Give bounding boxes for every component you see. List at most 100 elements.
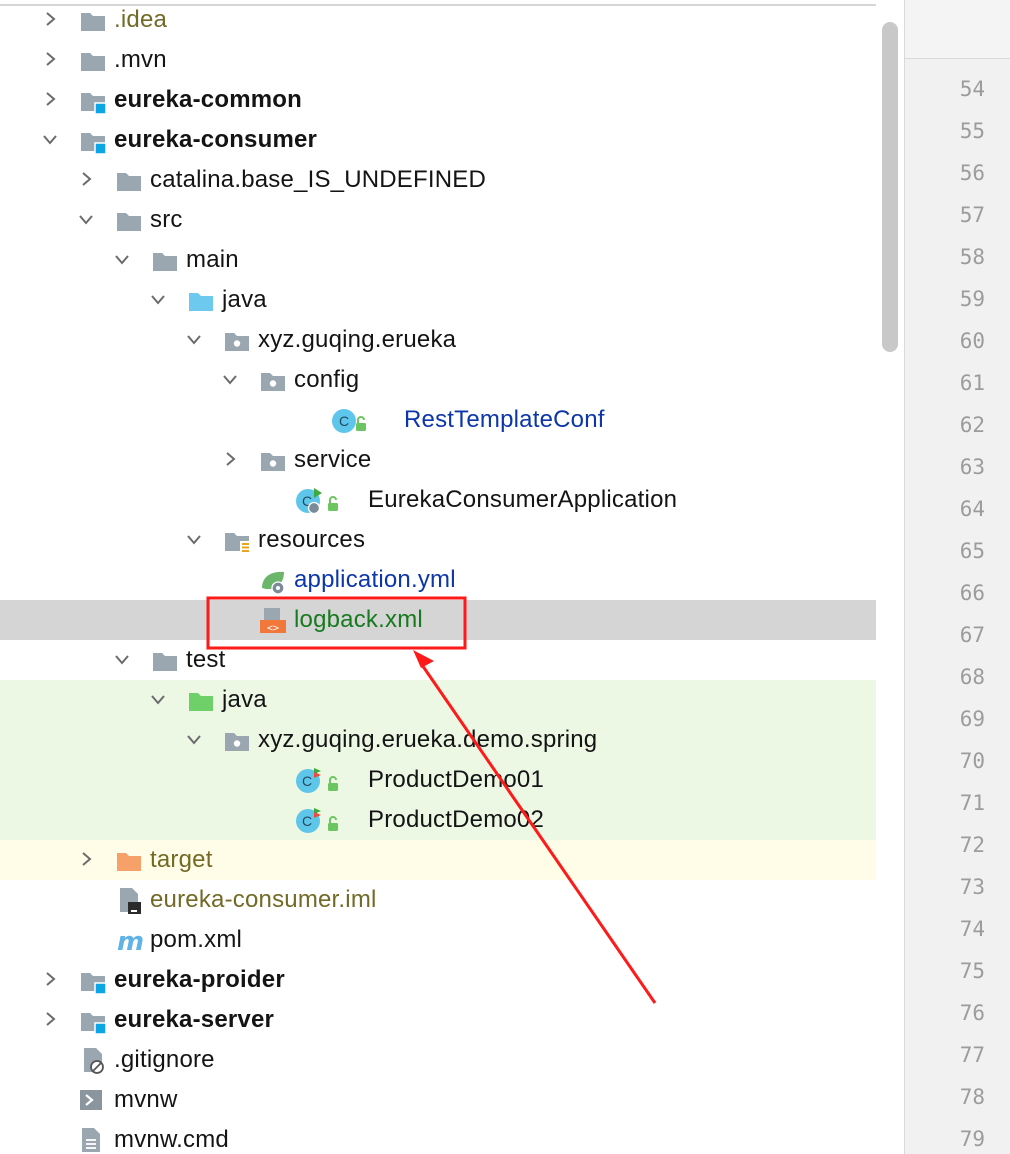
folder-icon: [153, 653, 177, 671]
tree-row[interactable]: m pom.xml: [0, 920, 876, 960]
tree-row-label: java: [222, 286, 267, 313]
tree-row-label: EurekaConsumerApplication: [368, 486, 678, 513]
tree-row-label: eureka-proider: [114, 966, 285, 993]
tree-row-label: mvnw: [114, 1086, 178, 1113]
package-icon: [225, 333, 249, 351]
tree-row-label: xyz.guqing.erueka.demo.spring: [258, 726, 598, 753]
source-root-folder-icon: [189, 293, 213, 311]
tree-row[interactable]: test: [0, 640, 876, 680]
tree-row-label: main: [186, 246, 239, 273]
tree-row[interactable]: mvnw: [0, 1080, 876, 1120]
line-number: 54: [959, 77, 985, 101]
tree-row[interactable]: xyz.guqing.erueka.demo.spring: [0, 720, 876, 760]
tree-row[interactable]: C EurekaConsumerApplication: [0, 480, 876, 520]
folder-icon: [117, 173, 141, 191]
tree-row[interactable]: main: [0, 240, 876, 280]
tree-row[interactable]: .gitignore: [0, 1040, 876, 1080]
chevron-down-icon[interactable]: [41, 130, 59, 148]
tree-row[interactable]: target: [0, 840, 876, 880]
module-folder-icon: [81, 93, 107, 115]
tree-row[interactable]: mvnw.cmd: [0, 1120, 876, 1154]
svg-text:m: m: [117, 927, 144, 956]
maven-pom-icon: m: [117, 927, 144, 956]
folder-icon: [153, 253, 177, 271]
chevron-right-icon[interactable]: [41, 1010, 59, 1028]
text-file-icon: [82, 1128, 100, 1152]
tree-row-label: config: [294, 366, 360, 393]
tree-row[interactable]: catalina.base_IS_UNDEFINED: [0, 160, 876, 200]
tree-row[interactable]: eureka-server: [0, 1000, 876, 1040]
tree-row[interactable]: C ProductDemo01: [0, 760, 876, 800]
tree-row-label: catalina.base_IS_UNDEFINED: [150, 166, 487, 193]
line-number: 70: [959, 749, 985, 773]
chevron-down-icon[interactable]: [77, 210, 95, 228]
chevron-right-icon[interactable]: [41, 970, 59, 988]
tree-row[interactable]: config: [0, 360, 876, 400]
tree-row-label: .idea: [114, 6, 168, 33]
tree-row[interactable]: eureka-consumer: [0, 120, 876, 160]
tree-row[interactable]: java: [0, 680, 876, 720]
chevron-down-icon[interactable]: [185, 730, 203, 748]
tree-row[interactable]: eureka-consumer.iml: [0, 880, 876, 920]
chevron-down-icon[interactable]: [149, 290, 167, 308]
chevron-down-icon[interactable]: [185, 330, 203, 348]
line-number: 57: [959, 203, 985, 227]
chevron-down-icon[interactable]: [185, 530, 203, 548]
svg-text:C: C: [339, 413, 349, 429]
folder-icon: [81, 13, 105, 31]
line-number: 64: [959, 497, 985, 521]
tree-row[interactable]: xyz.guqing.erueka: [0, 320, 876, 360]
tree-row[interactable]: C ProductDemo02: [0, 800, 876, 840]
spring-config-file-icon: [262, 571, 285, 595]
tree-row-label: application.yml: [294, 566, 456, 593]
chevron-down-icon[interactable]: [113, 650, 131, 668]
editor-tab-strip-edge: [905, 0, 1010, 59]
line-number: 75: [959, 959, 985, 983]
tree-row[interactable]: application.yml: [0, 560, 876, 600]
line-number: 63: [959, 455, 985, 479]
tree-row-label: xyz.guqing.erueka: [258, 326, 457, 353]
chevron-right-icon[interactable]: [41, 90, 59, 108]
chevron-right-icon[interactable]: [221, 450, 239, 468]
tree-row[interactable]: .mvn: [0, 40, 876, 80]
tree-row[interactable]: .idea: [0, 0, 876, 40]
tree-row-label: .mvn: [114, 46, 167, 73]
tree-row[interactable]: src: [0, 200, 876, 240]
spring-boot-app-class-icon: C: [296, 488, 338, 515]
tree-row[interactable]: <> logback.xml: [0, 600, 876, 640]
line-number: 79: [959, 1127, 985, 1151]
tree-row-label: RestTemplateConf: [404, 406, 605, 433]
shell-script-icon: [80, 1090, 102, 1110]
gitignore-file-icon: [84, 1048, 104, 1074]
chevron-down-icon[interactable]: [113, 250, 131, 268]
chevron-right-icon[interactable]: [41, 10, 59, 28]
module-folder-icon: [81, 133, 107, 155]
tree-row-label: ProductDemo01: [368, 766, 545, 793]
svg-text:C: C: [302, 773, 312, 789]
line-number: 71: [959, 791, 985, 815]
tree-row[interactable]: C RestTemplateConf: [0, 400, 876, 440]
chevron-down-icon[interactable]: [221, 370, 239, 388]
project-tree[interactable]: .idea .mvn eureka-common eureka-consumer cat…: [0, 0, 876, 1154]
tree-row-label: eureka-consumer: [114, 126, 318, 153]
tree-row[interactable]: resources: [0, 520, 876, 560]
tree-row[interactable]: eureka-common: [0, 80, 876, 120]
chevron-right-icon[interactable]: [41, 50, 59, 68]
line-number: 60: [959, 329, 985, 353]
svg-text:<>: <>: [267, 623, 279, 634]
line-number: 58: [959, 245, 985, 269]
tree-row[interactable]: eureka-proider: [0, 960, 876, 1000]
xml-file-icon: <>: [260, 608, 286, 634]
chevron-right-icon[interactable]: [77, 850, 95, 868]
tree-row-label: target: [150, 846, 213, 873]
line-number: 78: [959, 1085, 985, 1109]
test-class-icon: C: [296, 768, 338, 793]
editor-line-gutter: 54 55 56 57 58 59 60 61 62 63 64 65 66 67 68 69 70 71 72 73…: [904, 0, 1010, 1154]
chevron-right-icon[interactable]: [77, 170, 95, 188]
chevron-down-icon[interactable]: [149, 690, 167, 708]
scrollbar-thumb[interactable]: [882, 22, 898, 352]
tree-row[interactable]: java: [0, 280, 876, 320]
tree-row-label: mvnw.cmd: [114, 1126, 229, 1153]
tree-row[interactable]: service: [0, 440, 876, 480]
folder-icon: [81, 53, 105, 71]
